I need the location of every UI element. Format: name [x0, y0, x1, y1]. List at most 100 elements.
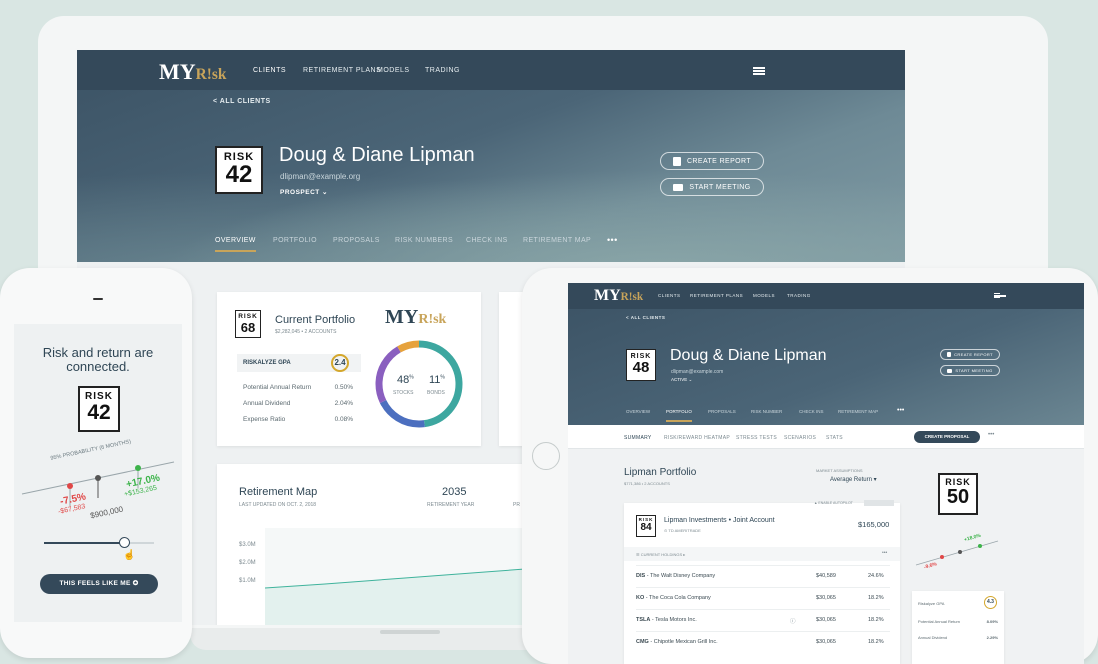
video-icon — [947, 368, 953, 373]
market-assumptions-dropdown[interactable]: Average Return ▾ — [830, 476, 877, 483]
tab-overview[interactable]: OVERVIEW — [215, 237, 256, 252]
tablet-create-report-button[interactable]: CREATE REPORT — [940, 349, 1000, 360]
menu-icon[interactable] — [753, 67, 765, 75]
tablet-app-logo[interactable]: MYR!sk — [594, 287, 643, 305]
create-proposal-button[interactable]: CREATE PROPOSAL — [914, 431, 980, 443]
side-return-value: 8.09% — [986, 619, 998, 624]
risk-slider-handle[interactable] — [119, 537, 130, 548]
lipman-portfolio-subtitle: $771,386 • 2 ACCOUNTS — [624, 481, 670, 486]
holding-row[interactable]: CMG - Chipotle Mexican Grill Inc. $30,06… — [636, 631, 890, 652]
tablet-tab-check-ins[interactable]: CHECK INS — [799, 409, 824, 414]
tablet-more-tabs-icon[interactable]: ••• — [897, 407, 904, 414]
back-to-all-clients[interactable]: < ALL CLIENTS — [213, 98, 271, 105]
nav-retirement-plans[interactable]: RETIREMENT PLANS — [303, 67, 381, 74]
bonds-pct: 11% — [429, 374, 445, 386]
subtab-heatmap[interactable]: RISK/REWARD HEATMAP — [664, 435, 730, 441]
account-risk-badge: RISK 84 — [636, 515, 656, 537]
tablet-tab-risk-number[interactable]: RISK NUMBER — [751, 409, 782, 414]
app-logo[interactable]: MYR!sk — [159, 59, 226, 85]
expense-ratio-value: 0.08% — [334, 416, 353, 423]
document-icon — [672, 156, 681, 166]
subtab-stats[interactable]: STATS — [826, 435, 843, 441]
tablet-subtabs: SUMMARY RISK/REWARD HEATMAP STRESS TESTS… — [568, 425, 1084, 449]
risk-number-badge: RISK 42 — [215, 146, 263, 194]
subtab-scenarios[interactable]: SCENARIOS — [784, 435, 816, 441]
tab-check-ins[interactable]: CHECK INS — [466, 237, 508, 244]
tablet-screen: MYR!sk CLIENTS RETIREMENT PLANS MODELS T… — [568, 283, 1084, 664]
subtab-more-icon[interactable]: ••• — [988, 432, 994, 438]
holding-row[interactable]: TSLA - Tesla Motors Inc. ⓘ $30,065 18.2% — [636, 609, 890, 630]
potential-return-label: Potential Annual Return — [243, 384, 312, 391]
holding-row[interactable]: DIS - The Walt Disney Company $40,589 24… — [636, 565, 890, 586]
phone-screen: Risk and return are connected. RISK 42 9… — [14, 324, 182, 622]
nav-trading[interactable]: TRADING — [425, 67, 460, 74]
retirement-year-value: 2035 — [442, 486, 467, 498]
account-custodian: ⊙ TD AMERITRADE — [664, 528, 701, 533]
portfolio-risk-badge: RISK 68 — [235, 310, 261, 338]
market-assumptions-label: MARKET ASSUMPTIONS — [816, 468, 863, 473]
info-icon[interactable]: ⓘ — [790, 617, 796, 625]
risk-slider-track[interactable] — [44, 542, 154, 544]
phone-risk-badge: RISK 42 — [78, 386, 120, 432]
tablet-tab-portfolio[interactable]: PORTFOLIO — [666, 409, 692, 422]
gpa-label: RISKALYZE GPA — [243, 360, 291, 366]
lipman-portfolio-title: Lipman Portfolio — [624, 467, 697, 478]
tab-portfolio[interactable]: PORTFOLIO — [273, 237, 317, 244]
annual-dividend-label: Annual Dividend — [243, 400, 291, 407]
tablet-tab-retirement-map[interactable]: RETIREMENT MAP — [838, 409, 878, 414]
holding-value: $30,065 — [816, 595, 836, 601]
this-feels-like-me-button[interactable]: THIS FEELS LIKE ME ✪ — [40, 574, 158, 594]
portfolio-risk-badge-large: RISK 50 — [938, 473, 978, 515]
tablet-nav-models[interactable]: MODELS — [753, 293, 775, 298]
holding-pct: 18.2% — [868, 595, 884, 601]
tab-proposals[interactable]: PROPOSALS — [333, 237, 380, 244]
card-logo: MYR!sk — [385, 306, 447, 328]
tablet-back-to-all-clients[interactable]: < ALL CLIENTS — [626, 315, 665, 320]
side-gpa-score: 4.3 — [984, 596, 997, 609]
more-tabs-icon[interactable]: ••• — [607, 235, 618, 245]
top-navigation: MYR!sk CLIENTS RETIREMENT PLANS MODELS T… — [77, 50, 905, 90]
nav-clients[interactable]: CLIENTS — [253, 67, 286, 74]
retirement-extra-label: PR — [513, 502, 520, 508]
tablet-client-status[interactable]: ACTIVE ⌄ — [671, 377, 692, 383]
tablet-tab-overview[interactable]: OVERVIEW — [626, 409, 650, 414]
pointer-hand-icon: ☝ — [123, 550, 136, 561]
tab-retirement-map[interactable]: RETIREMENT MAP — [523, 237, 591, 244]
side-return-label: Potential Annual Return — [918, 619, 961, 624]
current-holdings-bar[interactable]: ☰ CURRENT HOLDINGS ▸ ••• — [624, 547, 900, 561]
allocation-donut — [375, 340, 463, 428]
tablet-nav-clients[interactable]: CLIENTS — [658, 293, 681, 298]
potential-return-value: 0.50% — [334, 384, 353, 391]
tablet-top-navigation: MYR!sk CLIENTS RETIREMENT PLANS MODELS T… — [568, 283, 1084, 309]
current-holdings-label: ☰ CURRENT HOLDINGS ▸ — [636, 552, 686, 557]
start-meeting-button[interactable]: START MEETING — [660, 178, 764, 196]
tablet-menu-icon[interactable] — [994, 293, 1006, 298]
y-tick-1m: $1.0M — [239, 578, 256, 584]
tablet-risk-number-badge: RISK 48 — [626, 349, 656, 381]
create-report-button[interactable]: CREATE REPORT — [660, 152, 764, 170]
annual-dividend-value: 2.04% — [334, 400, 353, 407]
retirement-map-updated: LAST UPDATED ON OCT. 2, 2018 — [239, 502, 317, 508]
subtab-stress-tests[interactable]: STRESS TESTS — [736, 435, 777, 441]
bonds-label: BONDS — [427, 390, 445, 396]
tablet-nav-retirement-plans[interactable]: RETIREMENT PLANS — [690, 293, 743, 298]
tab-risk-numbers[interactable]: RISK NUMBERS — [395, 237, 453, 244]
phone-speaker — [93, 298, 103, 300]
video-icon — [673, 183, 684, 191]
subtab-summary[interactable]: SUMMARY — [624, 435, 652, 441]
account-card[interactable]: ▲ ENABLE AUTOPILOT RISK 84 Lipman Invest… — [624, 500, 900, 664]
nav-models[interactable]: MODELS — [377, 67, 410, 74]
tablet-start-meeting-button[interactable]: START MEETING — [940, 365, 1000, 376]
holding-value: $40,589 — [816, 573, 836, 579]
document-icon — [947, 352, 952, 357]
autopilot-toggle[interactable] — [864, 500, 894, 506]
tablet-tab-proposals[interactable]: PROPOSALS — [708, 409, 736, 414]
holdings-more-icon[interactable]: ••• — [882, 550, 887, 556]
enable-autopilot-link[interactable]: ▲ ENABLE AUTOPILOT — [814, 501, 853, 505]
account-value: $165,000 — [858, 520, 890, 529]
current-portfolio-card[interactable]: RISK 68 Current Portfolio $2,282,045 • 2… — [217, 292, 481, 446]
holding-row[interactable]: KO - The Coca Cola Company $30,065 18.2% — [636, 587, 890, 608]
y-tick-2m: $2.0M — [239, 560, 256, 566]
tablet-nav-trading[interactable]: TRADING — [787, 293, 811, 298]
client-status-dropdown[interactable]: PROSPECT ⌄ — [280, 188, 328, 196]
